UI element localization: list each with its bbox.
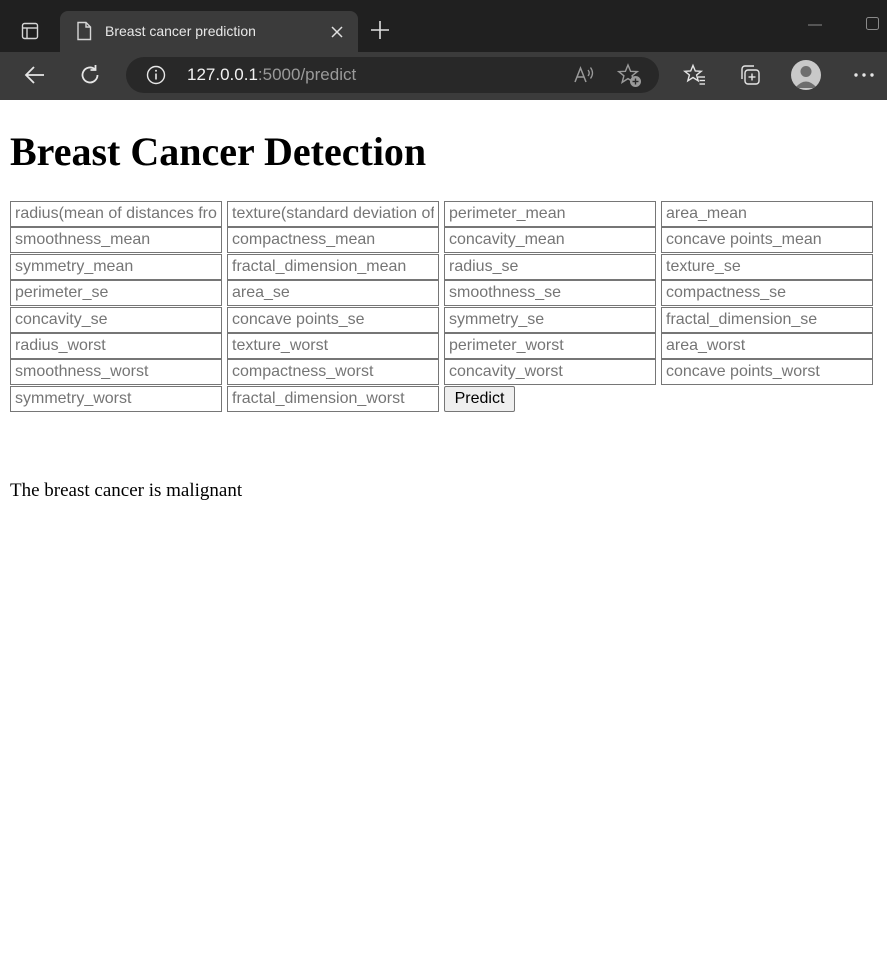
- maximize-icon[interactable]: [864, 15, 884, 35]
- field-fractal-dimension-se[interactable]: [661, 306, 873, 333]
- field-texture-se[interactable]: [661, 253, 873, 280]
- active-tab[interactable]: Breast cancer prediction: [60, 11, 358, 52]
- avatar-silhouette: [795, 66, 817, 88]
- collections-button[interactable]: [735, 60, 765, 90]
- field-radius-worst[interactable]: [10, 333, 222, 359]
- field-texture-mean[interactable]: [227, 201, 439, 227]
- field-concavity-se[interactable]: [10, 306, 222, 333]
- url-path: :5000/predict: [257, 65, 357, 84]
- field-concavity-worst[interactable]: [444, 359, 656, 386]
- field-fractal-dimension-worst[interactable]: [227, 385, 439, 412]
- refresh-button[interactable]: [75, 60, 105, 90]
- url-host: 127.0.0.1: [187, 65, 258, 84]
- field-radius-se[interactable]: [444, 253, 656, 280]
- collections-icon: [741, 65, 760, 85]
- close-icon[interactable]: [328, 23, 346, 41]
- field-concave-points-worst[interactable]: [661, 359, 873, 386]
- info-icon[interactable]: [146, 65, 166, 85]
- add-favorite-icon[interactable]: [617, 63, 643, 89]
- field-fractal-dimension-mean[interactable]: [227, 253, 439, 280]
- address-bar[interactable]: 127.0.0.1:5000/predict: [126, 57, 659, 93]
- profile-avatar-icon[interactable]: [791, 60, 821, 90]
- field-area-se[interactable]: [227, 280, 439, 307]
- field-symmetry-worst[interactable]: [10, 385, 222, 412]
- field-smoothness-worst[interactable]: [10, 359, 222, 386]
- field-area-worst[interactable]: [661, 333, 873, 359]
- url-text[interactable]: 127.0.0.1:5000/predict: [187, 65, 356, 85]
- field-radius-mean[interactable]: [10, 201, 222, 227]
- favorites-button[interactable]: [680, 60, 710, 90]
- field-compactness-mean[interactable]: [227, 227, 439, 254]
- tab-actions-button[interactable]: [12, 14, 48, 46]
- tab-actions-icon: [21, 22, 39, 40]
- field-compactness-se[interactable]: [661, 280, 873, 307]
- back-button[interactable]: [20, 60, 50, 90]
- field-symmetry-mean[interactable]: [10, 253, 222, 280]
- predict-button[interactable]: Predict: [444, 385, 515, 412]
- browser-toolbar: 127.0.0.1:5000/predict: [0, 52, 887, 100]
- tab-title: Breast cancer prediction: [105, 23, 256, 39]
- field-perimeter-se[interactable]: [10, 280, 222, 307]
- favorites-icon: [683, 63, 705, 85]
- field-perimeter-worst[interactable]: [444, 333, 656, 359]
- field-concave-points-mean[interactable]: [661, 227, 873, 254]
- refresh-icon: [81, 65, 99, 84]
- more-menu-button[interactable]: [849, 60, 879, 90]
- tab-strip: Breast cancer prediction: [0, 0, 887, 52]
- field-concave-points-se[interactable]: [227, 306, 439, 333]
- page-icon: [77, 21, 92, 41]
- back-arrow-icon: [24, 66, 44, 84]
- plus-icon[interactable]: [368, 18, 392, 42]
- minimize-icon[interactable]: [805, 12, 825, 32]
- field-smoothness-se[interactable]: [444, 280, 656, 307]
- prediction-result: The breast cancer is malignant: [10, 480, 243, 501]
- read-aloud-icon[interactable]: [573, 63, 595, 87]
- field-perimeter-mean[interactable]: [444, 201, 656, 227]
- field-symmetry-se[interactable]: [444, 306, 656, 333]
- more-menu-icon: [854, 73, 874, 77]
- field-concavity-mean[interactable]: [444, 227, 656, 254]
- field-area-mean[interactable]: [661, 201, 873, 227]
- page-title: Breast Cancer Detection: [10, 129, 427, 174]
- field-compactness-worst[interactable]: [227, 359, 439, 386]
- page-content: Breast Cancer Detection Predict The: [0, 100, 887, 978]
- field-texture-worst[interactable]: [227, 333, 439, 359]
- field-smoothness-mean[interactable]: [10, 227, 222, 254]
